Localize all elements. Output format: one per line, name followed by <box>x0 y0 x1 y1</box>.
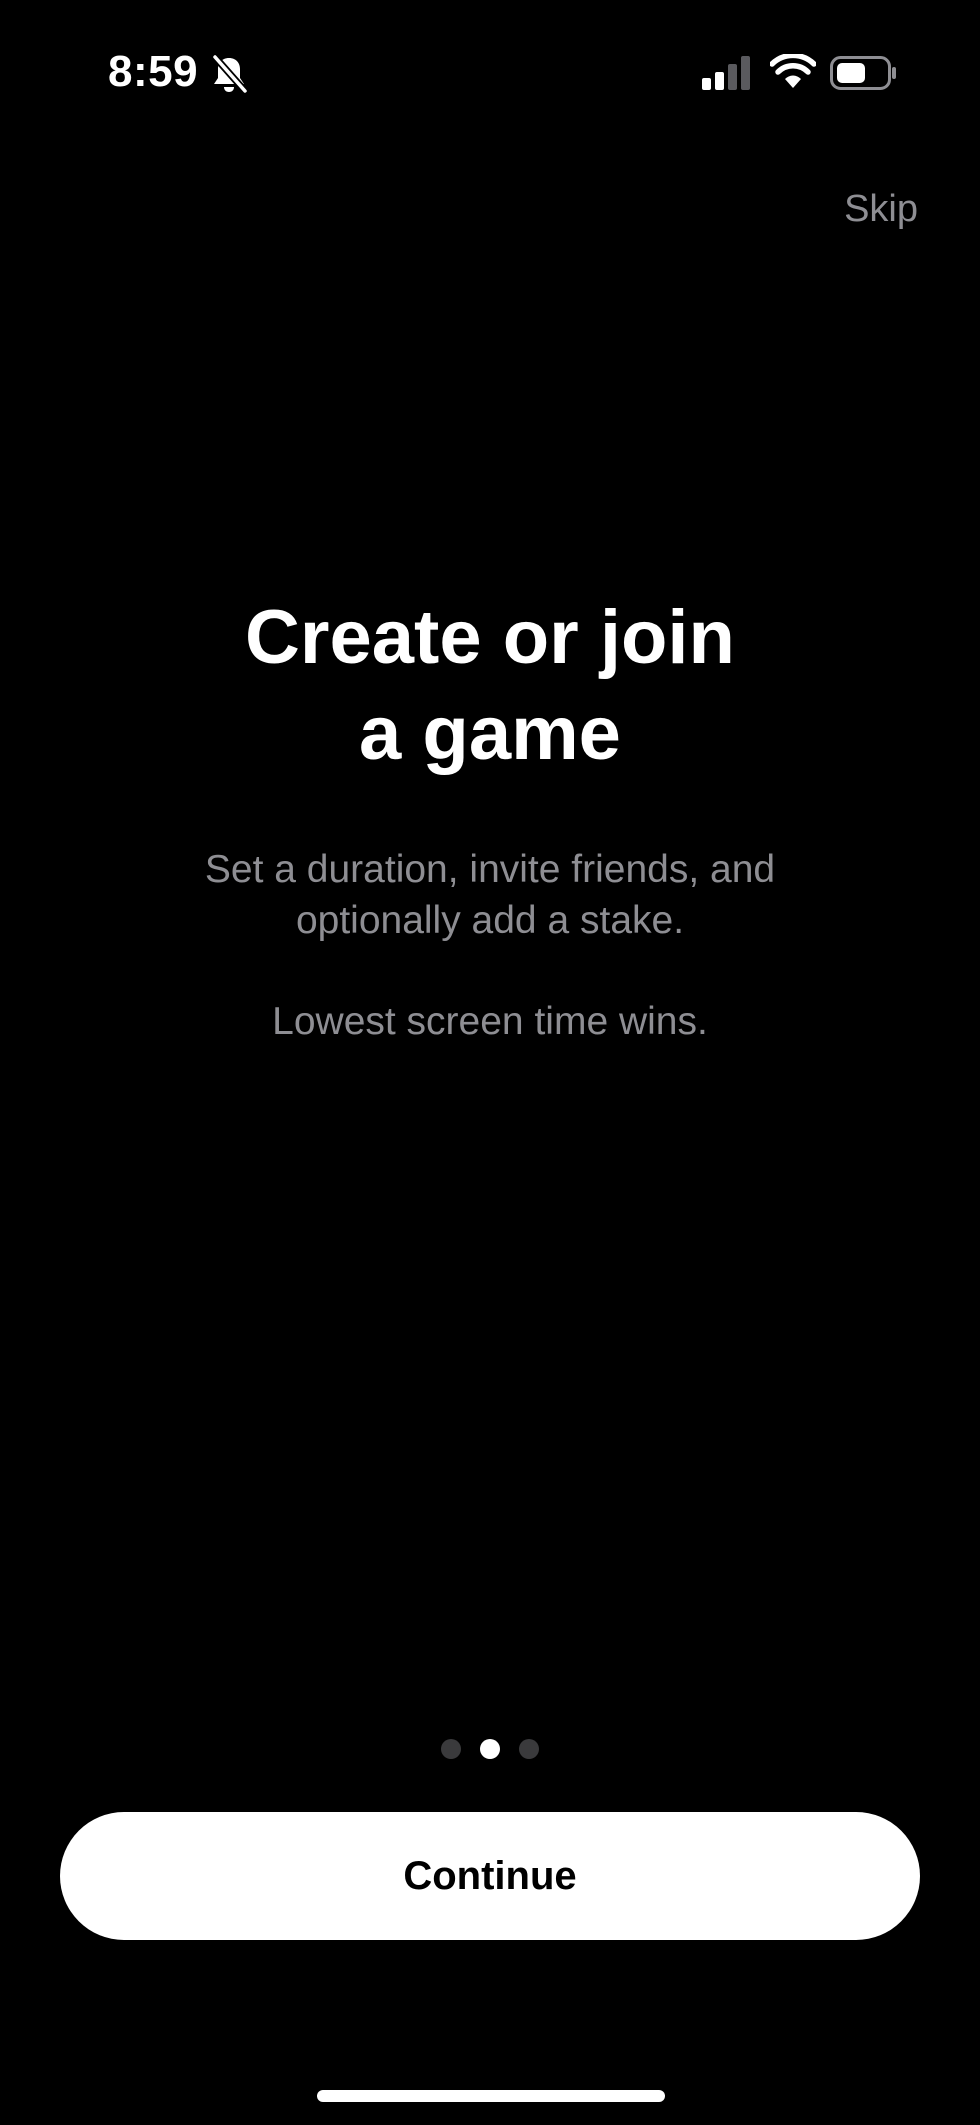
cellular-signal-icon <box>702 56 750 90</box>
skip-button[interactable]: Skip <box>844 186 918 232</box>
battery-icon <box>830 56 896 90</box>
page-indicator[interactable] <box>0 1739 980 1761</box>
description-line-1: Set a duration, invite friends, and <box>204 848 776 891</box>
home-indicator[interactable] <box>317 2090 665 2102</box>
description-line-2: optionally add a stake. <box>295 899 685 942</box>
continue-button[interactable]: Continue <box>60 1812 920 1940</box>
status-time: 8:59 <box>108 47 199 96</box>
onboarding-content: Create or join a game Set a duration, in… <box>0 590 980 1047</box>
bell-slash-icon <box>211 54 248 94</box>
wifi-icon <box>770 54 816 88</box>
page-dot-1[interactable] <box>441 1739 461 1759</box>
title-line-2: a game <box>359 691 621 776</box>
tagline: Lowest screen time wins. <box>272 1000 708 1043</box>
page-dot-2[interactable] <box>480 1739 500 1759</box>
description: Set a duration, invite friends, and opti… <box>130 844 850 946</box>
page-title: Create or join a game <box>140 590 840 782</box>
title-line-1: Create or join <box>245 595 735 680</box>
status-bar: 8:59 <box>0 0 980 140</box>
page-dot-3[interactable] <box>519 1739 539 1759</box>
